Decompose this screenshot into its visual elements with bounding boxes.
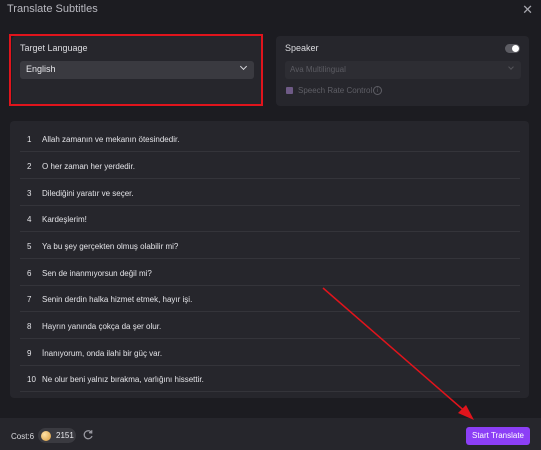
row-number: 5 <box>27 242 32 251</box>
row-text: Allah zamanın ve mekanın ötesindedir. <box>42 135 180 144</box>
list-item[interactable]: 3 Dilediğini yaratır ve seçer. <box>20 180 520 206</box>
row-text: İnanıyorum, onda ilahi bir güç var. <box>42 349 163 358</box>
row-text: Sen de inanmıyorsun değil mi? <box>42 269 152 278</box>
start-translate-button[interactable]: Start Translate <box>466 427 530 445</box>
row-number: 10 <box>27 375 36 384</box>
row-number: 3 <box>27 189 32 198</box>
list-item[interactable]: 4 Kardeşlerim! <box>20 206 520 232</box>
row-text: Kardeşlerim! <box>42 215 87 224</box>
row-text: Ne olur beni yalnız bırakma, varlığını h… <box>42 375 204 384</box>
speaker-panel: Speaker Ava Multilingual Speech Rate Con… <box>276 36 529 106</box>
list-item[interactable]: 1 Allah zamanın ve mekanın ötesindedir. <box>20 126 520 152</box>
row-text: O her zaman her yerdedir. <box>42 162 135 171</box>
row-number: 1 <box>27 135 32 144</box>
title-bar: Translate Subtitles ✕ <box>0 0 541 22</box>
row-text: Senin derdin halka hizmet etmek, hayır i… <box>42 295 193 304</box>
target-language-label: Target Language <box>20 43 88 53</box>
speaker-label: Speaker <box>285 43 319 53</box>
target-language-value: English <box>26 64 56 74</box>
info-icon[interactable]: i <box>373 86 382 95</box>
list-item[interactable]: 8 Hayrın yanında çokça da şer olur. <box>20 313 520 339</box>
row-number: 8 <box>27 322 32 331</box>
speaker-toggle[interactable] <box>505 44 520 53</box>
list-item[interactable]: 10 Ne olur beni yalnız bırakma, varlığın… <box>20 366 520 392</box>
coin-count: 2151 <box>56 431 74 440</box>
voice-value: Ava Multilingual <box>290 65 346 74</box>
list-item[interactable]: 2 O her zaman her yerdedir. <box>20 153 520 179</box>
cost-label: Cost:6 <box>11 432 35 441</box>
target-language-panel: Target Language English <box>12 36 262 106</box>
coin-balance: 2151 <box>38 428 76 443</box>
row-number: 6 <box>27 269 32 278</box>
chevron-down-icon <box>239 62 248 71</box>
target-language-select[interactable]: English <box>20 61 254 79</box>
toggle-knob <box>512 45 519 52</box>
footer-bar: Cost:6 2151 <box>0 418 541 450</box>
speech-rate-checkbox[interactable] <box>286 87 293 94</box>
refresh-icon[interactable] <box>82 429 94 441</box>
list-item[interactable]: 5 Ya bu şey gerçekten olmuş olabilir mi? <box>20 233 520 259</box>
row-text: Ya bu şey gerçekten olmuş olabilir mi? <box>42 242 179 251</box>
row-text: Hayrın yanında çokça da şer olur. <box>42 322 162 331</box>
list-item[interactable]: 6 Sen de inanmıyorsun değil mi? <box>20 260 520 286</box>
list-item[interactable]: 7 Senin derdin halka hizmet etmek, hayır… <box>20 286 520 312</box>
list-item[interactable]: 9 İnanıyorum, onda ilahi bir güç var. <box>20 340 520 366</box>
row-number: 9 <box>27 349 32 358</box>
chevron-down-icon <box>508 64 514 70</box>
close-icon[interactable]: ✕ <box>522 2 533 18</box>
row-text: Dilediğini yaratır ve seçer. <box>42 189 134 198</box>
window-title: Translate Subtitles <box>7 3 98 15</box>
row-number: 2 <box>27 162 32 171</box>
row-number: 7 <box>27 295 32 304</box>
speech-rate-label: Speech Rate Control <box>298 86 373 95</box>
coin-icon <box>41 431 51 441</box>
voice-select[interactable]: Ava Multilingual <box>285 61 521 79</box>
row-number: 4 <box>27 215 32 224</box>
subtitle-list: 1 Allah zamanın ve mekanın ötesindedir. … <box>10 121 529 398</box>
